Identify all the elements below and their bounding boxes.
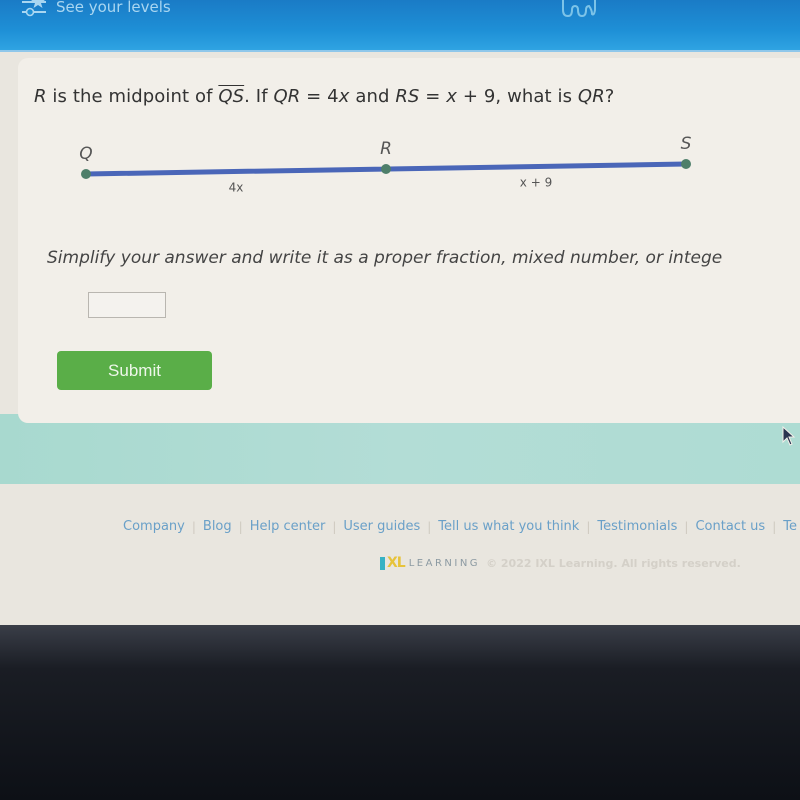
- copyright-text: © 2022 IXL Learning. All rights reserved…: [486, 556, 741, 570]
- question-part: ?: [604, 86, 615, 107]
- point-label-r: R: [380, 139, 392, 159]
- see-your-levels-link[interactable]: See your levels: [20, 0, 171, 20]
- segment-qs: QS: [218, 86, 245, 107]
- footer-link-help-center[interactable]: Help center: [250, 519, 326, 534]
- character-icon: [562, 0, 596, 18]
- question-part: is the midpoint of: [46, 86, 219, 107]
- segment-length-label: x + 9: [520, 176, 552, 190]
- segment-qr: QR: [273, 86, 301, 107]
- point-label-q: Q: [79, 144, 92, 164]
- question-part: and: [349, 86, 396, 107]
- question-part: = 4: [300, 86, 339, 107]
- footer-separator: |: [427, 519, 432, 534]
- footer-link-tell-us-what-you-think[interactable]: Tell us what you think: [438, 519, 579, 534]
- segment-qr: QR: [577, 86, 605, 107]
- point-label-s: S: [681, 134, 692, 154]
- see-your-levels-label: See your levels: [56, 0, 171, 16]
- footer-link-company[interactable]: Company: [123, 519, 185, 534]
- ixl-logo: XL LEARNING: [380, 555, 480, 571]
- footer-links: Company | Blog | Help center | User guides | Tel…: [123, 519, 797, 534]
- segment-length-label: 4x: [229, 181, 244, 195]
- point-s: [681, 159, 691, 169]
- footer-link-user-guides[interactable]: User guides: [343, 519, 420, 534]
- browser-screen: See your levels R is the midpoint of QS.…: [0, 0, 800, 625]
- point-r: [381, 164, 391, 174]
- question-part: . If: [244, 86, 274, 107]
- segment-rs: RS: [395, 86, 420, 107]
- submit-button[interactable]: Submit: [57, 351, 212, 390]
- footer-separator: |: [191, 519, 196, 534]
- ixl-logo-bar: [380, 556, 385, 570]
- variable-x: x: [338, 86, 350, 107]
- question-part: + 9, what is: [457, 86, 578, 107]
- footer-separator: |: [238, 519, 243, 534]
- question-part: =: [419, 86, 447, 107]
- variable-x: x: [446, 86, 458, 107]
- point-r-label: R: [34, 86, 47, 107]
- footer-link-blog[interactable]: Blog: [203, 519, 232, 534]
- content-background-band: [0, 414, 800, 484]
- instructions-text: Simplify your answer and write it as a p…: [47, 248, 723, 268]
- footer-link-contact-us[interactable]: Contact us: [695, 519, 765, 534]
- footer-separator: |: [772, 519, 777, 534]
- monitor-bezel: [0, 625, 800, 800]
- answer-input[interactable]: [88, 292, 166, 318]
- footer-separator: |: [684, 519, 689, 534]
- footer-separator: |: [586, 519, 591, 534]
- ixl-logo-learning: LEARNING: [408, 557, 481, 569]
- top-navigation-bar: See your levels: [0, 0, 800, 52]
- footer-link-te[interactable]: Te: [783, 519, 797, 534]
- footer-copyright-row: XL LEARNING © 2022 IXL Learning. All rig…: [380, 555, 741, 571]
- ixl-logo-xl: XL: [387, 555, 406, 571]
- footer-link-testimonials[interactable]: Testimonials: [597, 519, 677, 534]
- levels-star-icon: [22, 0, 46, 17]
- question-text: R is the midpoint of QS. If QR = 4x and …: [34, 86, 614, 107]
- footer-separator: |: [332, 519, 337, 534]
- mouse-cursor-icon: [782, 426, 796, 446]
- point-q: [81, 169, 91, 179]
- line-segment-diagram: Q R S 4x x + 9: [79, 134, 692, 195]
